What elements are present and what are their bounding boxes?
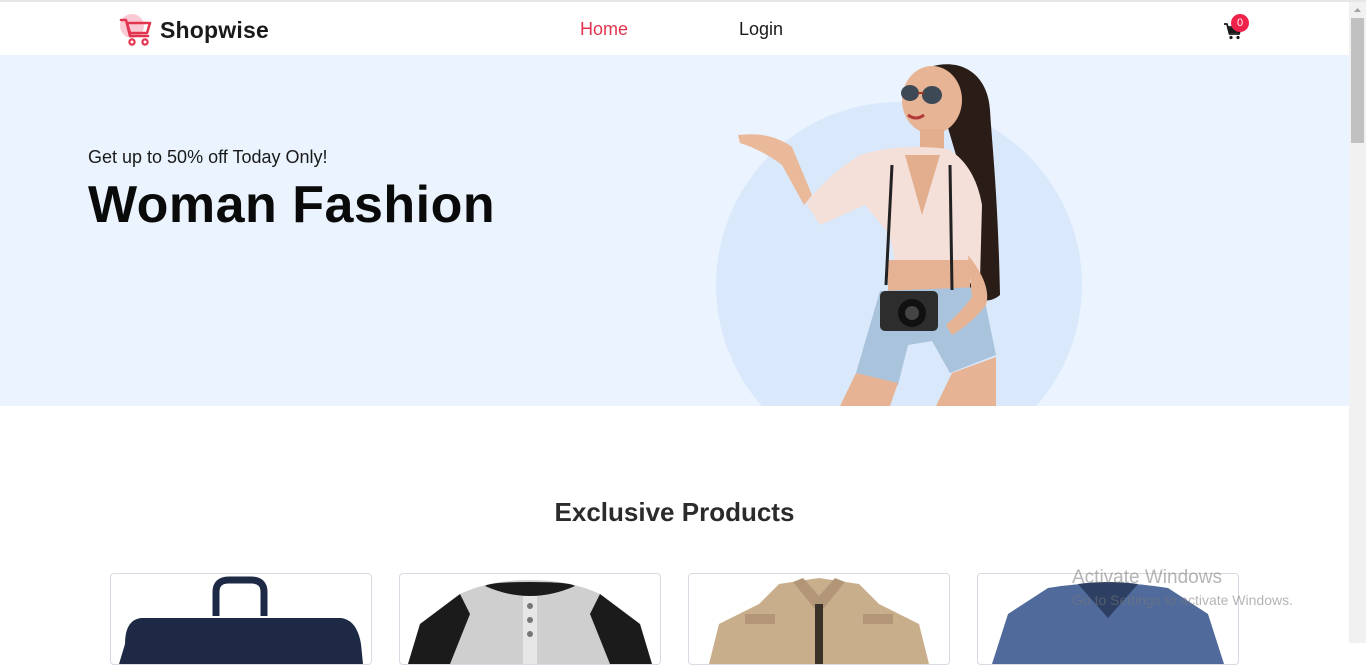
scroll-up-arrow-icon[interactable]: [1349, 2, 1366, 18]
product-image: [119, 576, 363, 664]
brand-logo[interactable]: Shopwise: [118, 11, 269, 49]
product-card[interactable]: [110, 573, 372, 665]
activate-windows-title: Activate Windows: [1072, 567, 1222, 588]
hero-title: Woman Fashion: [88, 176, 496, 234]
section-title: Exclusive Products: [554, 497, 795, 527]
cart-count-badge: 0: [1231, 14, 1249, 32]
hero-banner: Get up to 50% off Today Only! Woman Fash…: [0, 55, 1349, 406]
activate-windows-hint: Go to Settings to activate Windows.: [1072, 592, 1293, 608]
shopping-cart-icon: [119, 14, 152, 46]
product-image: [408, 580, 652, 664]
scrollbar-thumb[interactable]: [1351, 18, 1364, 143]
hero-model-image: [716, 64, 1082, 406]
product-card[interactable]: [399, 573, 661, 665]
site-header: Shopwise Home Login 0: [0, 2, 1349, 55]
nav-login-link[interactable]: Login: [739, 19, 783, 40]
nav-home-link[interactable]: Home: [580, 19, 628, 40]
hero-subtitle: Get up to 50% off Today Only!: [88, 147, 328, 167]
product-card[interactable]: [688, 573, 950, 665]
product-image: [709, 578, 929, 664]
brand-name: Shopwise: [160, 16, 269, 43]
